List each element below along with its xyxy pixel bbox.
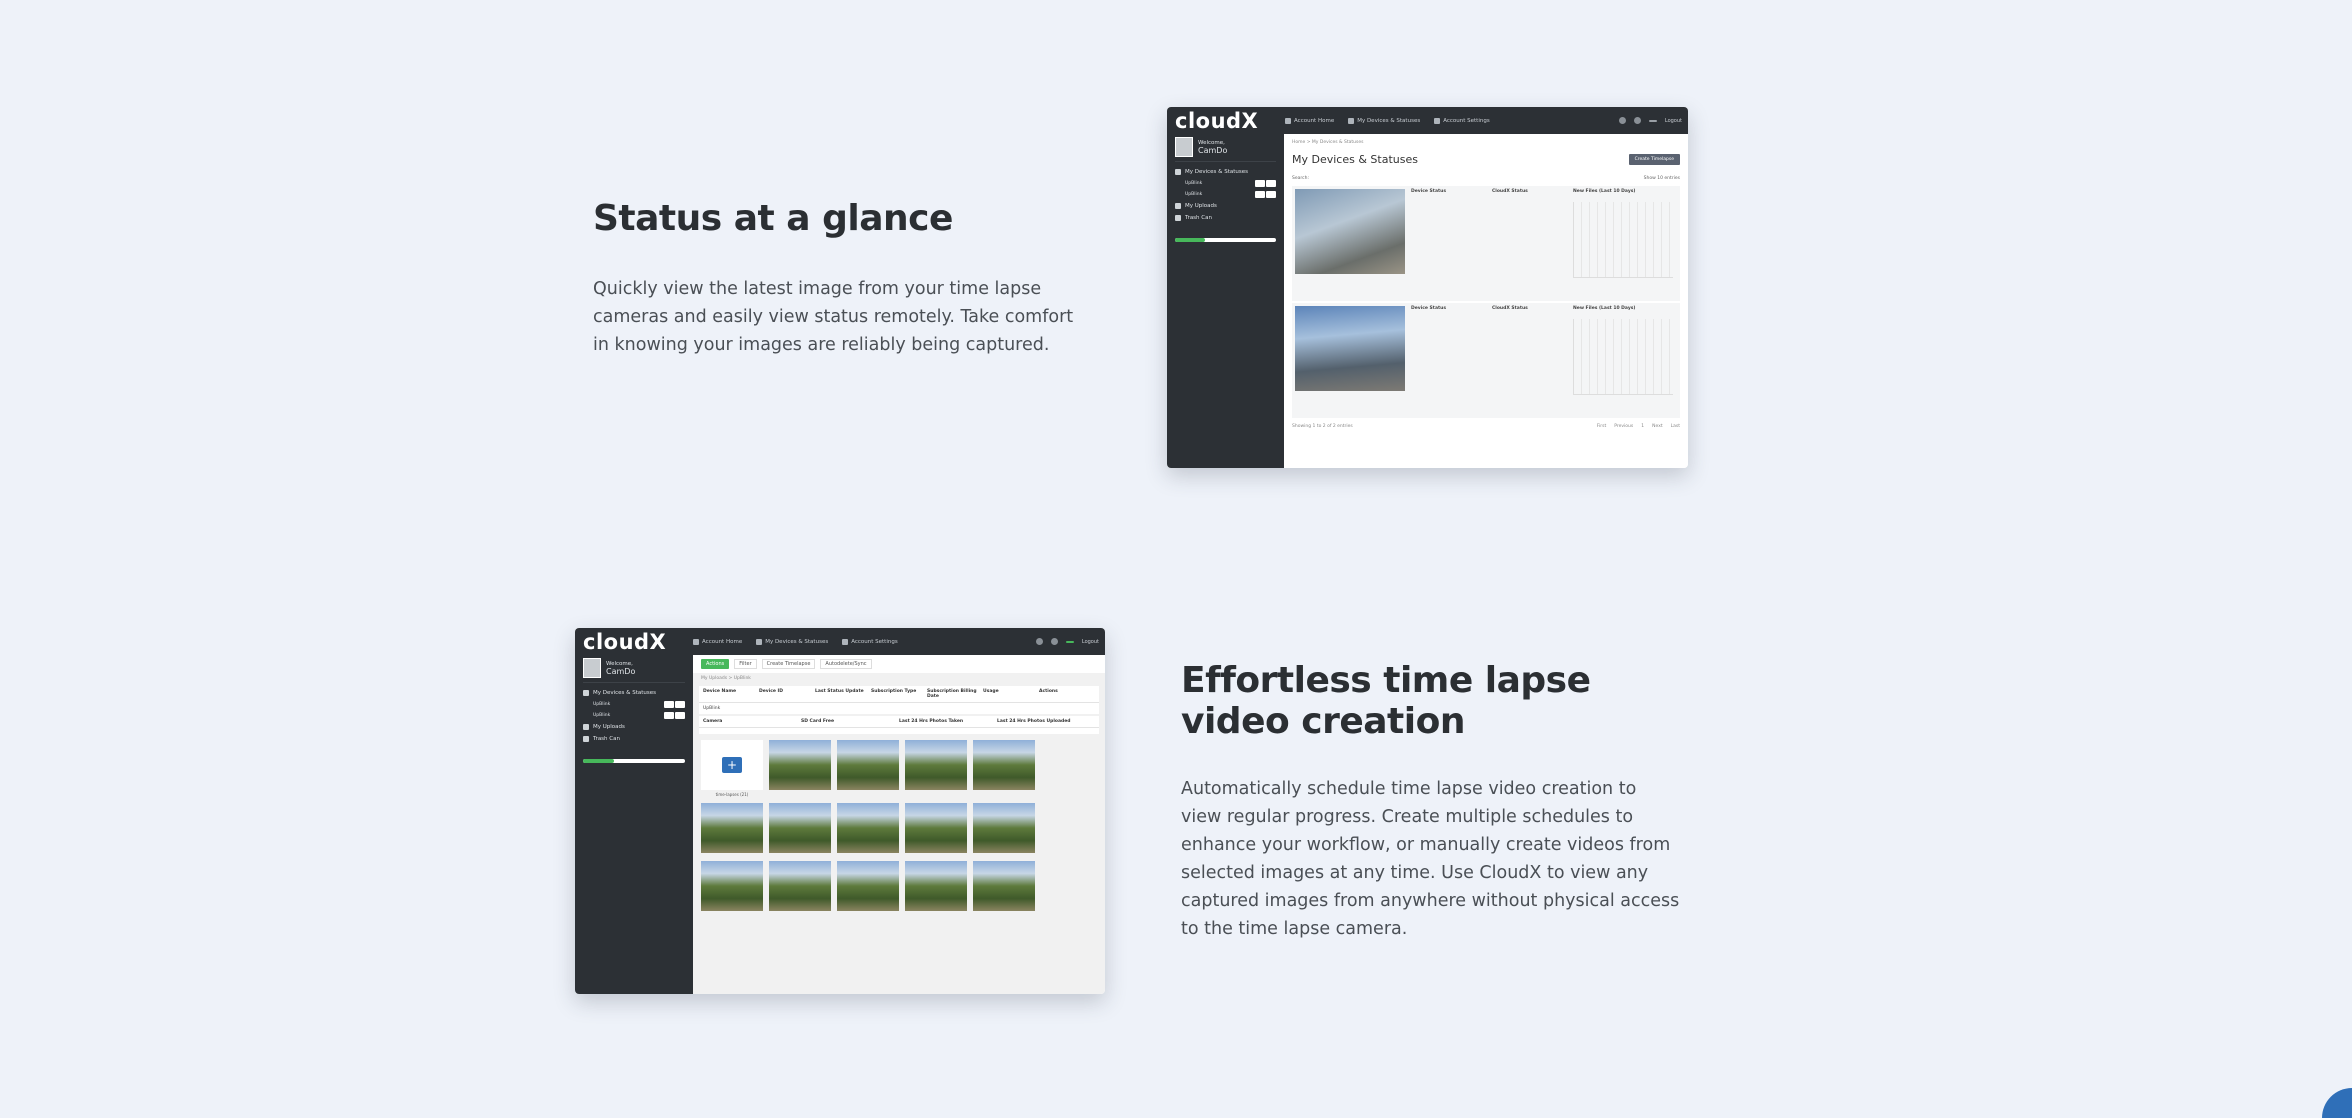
camera-table: Camera SD Card Free Last 24 Hrs Photos Tak… — [699, 716, 1099, 734]
sidebar-device: UpBlink — [583, 710, 685, 721]
nav-account-home: Account Home — [1285, 117, 1334, 124]
section-title-status: Status at a glance — [593, 198, 953, 239]
sidebar-device: UpBlink — [1175, 189, 1276, 200]
search-label: Search: — [1292, 176, 1309, 181]
uploads-main: Actions Filter Create Timelapse Autodele… — [693, 655, 1105, 994]
breadcrumb: My Uploads > UpBlink — [701, 676, 751, 681]
app-sidebar: Welcome, CamDo My Devices & Statuses UpBl… — [1167, 134, 1284, 468]
photo-grid: + time-lapses (21) — [693, 736, 1105, 917]
breadcrumb: Home > My Devices & Statuses — [1292, 140, 1364, 145]
camera-icon — [756, 638, 763, 645]
latest-image — [1295, 306, 1405, 391]
photo-thumbnail — [905, 803, 967, 855]
notification-icon — [1618, 117, 1626, 124]
photo-thumbnail — [905, 861, 967, 913]
timelapse-folder: + time-lapses (21) — [701, 740, 763, 797]
autodelete-button: Autodelete/Sync — [820, 659, 872, 669]
uploads-screenshot: cloudX Account Home My Devices & Statuse… — [575, 628, 1105, 994]
photo-thumbnail — [837, 803, 899, 855]
storage-bar — [583, 759, 685, 763]
devices-screenshot: cloudX Account Home My Devices & Statuse… — [1167, 107, 1688, 468]
device-row: Device Status CloudX Status New Files (L… — [1292, 186, 1680, 301]
create-timelapse-button: Create Timelapse — [1628, 154, 1680, 165]
showing-count: Showing 1 to 2 of 2 entries — [1292, 424, 1353, 429]
logout-link: Logout — [1081, 638, 1099, 645]
create-timelapse-button: Create Timelapse — [761, 659, 816, 669]
photo-thumbnail — [837, 740, 899, 797]
filter-button: Filter — [734, 659, 757, 669]
home-icon — [693, 638, 699, 645]
show-entries: Show 10 entries — [1643, 176, 1680, 181]
actions-button: Actions — [701, 659, 730, 669]
device-row: Device Status CloudX Status New Files (L… — [1292, 303, 1680, 418]
notification-icon — [1035, 638, 1043, 645]
cloudx-logo: cloudX — [1175, 108, 1259, 133]
camera-icon — [1175, 169, 1181, 175]
app-sidebar: Welcome, CamDo My Devices & Statuses UpBl… — [575, 655, 693, 994]
photo-thumbnail — [973, 861, 1035, 913]
photo-thumbnail — [769, 861, 831, 913]
files-chart — [1573, 202, 1673, 278]
photo-thumbnail — [973, 740, 1035, 797]
latest-image — [1295, 189, 1405, 274]
section-body-timelapse: Automatically schedule time lapse video … — [1181, 779, 1680, 939]
user-name: CamDo — [606, 667, 636, 676]
files-chart — [1573, 319, 1673, 395]
photo-thumbnail — [769, 803, 831, 855]
cloud-icon — [1175, 203, 1181, 209]
page-title: My Devices & Statuses — [1292, 153, 1418, 166]
device-table: Device Name Device ID Last Status Update Su… — [699, 686, 1099, 714]
nav-settings: Account Settings — [842, 638, 898, 645]
status-badge — [1065, 640, 1074, 643]
uploads-toolbar: Actions Filter Create Timelapse Autodele… — [693, 655, 1105, 673]
photo-thumbnail — [701, 861, 763, 913]
sidebar-device: UpBlink — [583, 699, 685, 710]
corner-decoration — [2322, 1088, 2352, 1118]
photo-thumbnail — [905, 740, 967, 797]
photo-thumbnail — [701, 803, 763, 855]
photo-thumbnail — [837, 861, 899, 913]
photo-thumbnail — [973, 803, 1035, 855]
gear-icon — [842, 638, 849, 645]
cloud-icon — [583, 724, 589, 730]
plus-folder-icon: + — [722, 757, 742, 773]
nav-account-home: Account Home — [693, 638, 742, 645]
sidebar-item-devices: My Devices & Statuses — [583, 687, 685, 699]
sidebar-item-trash: Trash Can — [583, 733, 685, 745]
app-topbar: cloudX Account Home My Devices & Statuse… — [575, 628, 1105, 655]
app-topbar: cloudX Account Home My Devices & Statuse… — [1167, 107, 1688, 134]
sidebar-item-trash: Trash Can — [1175, 212, 1276, 224]
avatar — [1175, 137, 1193, 157]
logout-link: Logout — [1664, 117, 1682, 124]
help-icon — [1633, 117, 1641, 124]
trash-icon — [1175, 215, 1181, 221]
camera-icon — [583, 690, 589, 696]
section-body-status: Quickly view the latest image from your … — [593, 279, 1074, 355]
pagination: First Previous 1 Next Last — [1596, 424, 1680, 429]
trash-icon — [583, 736, 589, 742]
sidebar-item-uploads: My Uploads — [1175, 200, 1276, 212]
nav-devices: My Devices & Statuses — [1348, 117, 1420, 124]
devices-main: Home > My Devices & Statuses My Devices … — [1284, 134, 1688, 468]
cloudx-logo: cloudX — [583, 629, 667, 654]
camera-icon — [1348, 117, 1355, 124]
user-name: CamDo — [1198, 146, 1228, 155]
sidebar-device: UpBlink — [1175, 178, 1276, 189]
storage-bar — [1175, 238, 1276, 242]
nav-settings: Account Settings — [1434, 117, 1490, 124]
home-icon — [1285, 117, 1291, 124]
photo-thumbnail — [769, 740, 831, 797]
status-badge — [1648, 119, 1657, 122]
avatar — [583, 658, 601, 678]
nav-devices: My Devices & Statuses — [756, 638, 828, 645]
section-title-timelapse: Effortless time lapse video creation — [1181, 660, 1591, 742]
sidebar-item-devices: My Devices & Statuses — [1175, 166, 1276, 178]
help-icon — [1050, 638, 1058, 645]
sidebar-item-uploads: My Uploads — [583, 721, 685, 733]
gear-icon — [1434, 117, 1441, 124]
